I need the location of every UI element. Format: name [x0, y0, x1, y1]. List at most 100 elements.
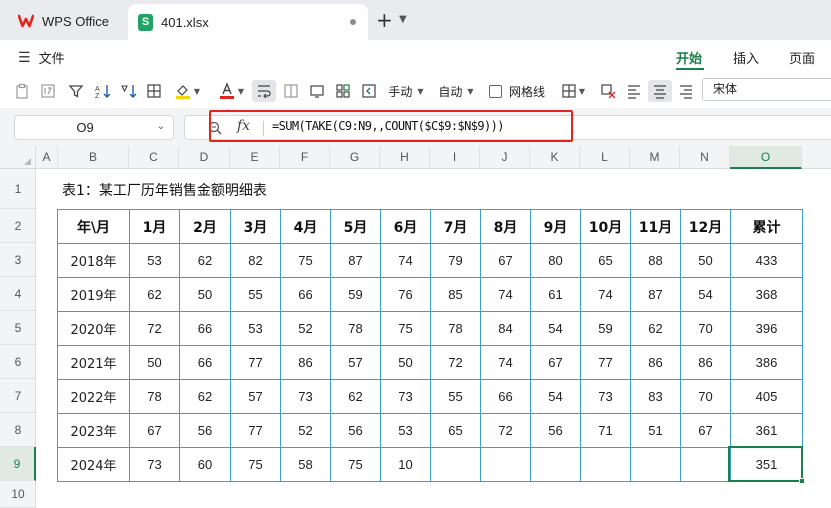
row-header-4[interactable]: 4	[0, 277, 36, 311]
row-header-9[interactable]: 9	[0, 447, 36, 481]
data-cell[interactable]: 56	[179, 413, 231, 448]
header-cell[interactable]: 9月	[530, 209, 581, 244]
tab-insert[interactable]: 插入	[733, 48, 759, 67]
align-center-icon[interactable]	[648, 80, 672, 102]
data-cell[interactable]: 62	[330, 379, 381, 414]
data-cell[interactable]	[480, 447, 531, 482]
data-cell[interactable]	[530, 447, 581, 482]
number-format-icon[interactable]	[38, 80, 58, 102]
data-cell[interactable]: 66	[179, 345, 231, 380]
data-cell[interactable]: 80	[530, 243, 581, 278]
data-cell[interactable]: 55	[430, 379, 481, 414]
data-cell[interactable]: 57	[330, 345, 381, 380]
data-cell[interactable]: 78	[129, 379, 180, 414]
chevron-down-icon[interactable]: ▼	[399, 14, 407, 25]
data-cell[interactable]: 85	[430, 277, 481, 312]
header-cell[interactable]: 3月	[230, 209, 281, 244]
data-cell[interactable]: 73	[280, 379, 331, 414]
data-cell[interactable]: 75	[380, 311, 431, 346]
merge-cells-icon[interactable]	[280, 80, 302, 102]
manual-calc-dropdown[interactable]: 手动 ▼	[384, 80, 428, 102]
row-header-8[interactable]: 8	[0, 413, 36, 447]
data-cell[interactable]: 75	[230, 447, 281, 482]
row-header-1[interactable]: 1	[0, 169, 36, 209]
data-cell[interactable]: 70	[680, 379, 731, 414]
header-cell[interactable]: 4月	[280, 209, 331, 244]
header-cell[interactable]: 8月	[480, 209, 531, 244]
data-cell[interactable]: 74	[380, 243, 431, 278]
data-cell[interactable]: 58	[280, 447, 331, 482]
font-color-button[interactable]: ▼	[214, 80, 248, 102]
header-cell[interactable]: 7月	[430, 209, 481, 244]
data-cell[interactable]: 62	[179, 243, 231, 278]
data-cell[interactable]	[580, 447, 631, 482]
data-cell[interactable]: 396	[730, 311, 803, 346]
format-cells-icon[interactable]	[332, 80, 354, 102]
data-cell[interactable]: 67	[480, 243, 531, 278]
data-cell[interactable]: 52	[280, 413, 331, 448]
column-header-j[interactable]: J	[480, 146, 530, 169]
unsaved-dot-icon[interactable]	[350, 19, 356, 25]
column-header-n[interactable]: N	[680, 146, 730, 169]
data-cell[interactable]: 77	[230, 345, 281, 380]
year-cell[interactable]: 2020年	[57, 311, 130, 346]
column-header-h[interactable]: H	[380, 146, 430, 169]
data-cell[interactable]: 10	[380, 447, 431, 482]
year-cell[interactable]: 2023年	[57, 413, 130, 448]
chevron-down-icon[interactable]: ⌄	[157, 121, 165, 132]
wrap-text-icon[interactable]	[252, 80, 276, 102]
data-cell[interactable]: 62	[179, 379, 231, 414]
data-cell[interactable]: 50	[380, 345, 431, 380]
data-cell[interactable]: 83	[630, 379, 681, 414]
data-cell[interactable]: 79	[430, 243, 481, 278]
data-cell[interactable]: 75	[280, 243, 331, 278]
data-cell[interactable]: 50	[129, 345, 180, 380]
data-cell[interactable]: 368	[730, 277, 803, 312]
data-cell[interactable]: 361	[730, 413, 803, 448]
data-cell[interactable]: 73	[580, 379, 631, 414]
data-cell[interactable]	[680, 447, 731, 482]
header-cell[interactable]: 累计	[730, 209, 803, 244]
data-cell[interactable]: 72	[430, 345, 481, 380]
data-cell[interactable]: 74	[480, 345, 531, 380]
data-cell[interactable]: 78	[430, 311, 481, 346]
data-cell[interactable]: 50	[680, 243, 731, 278]
column-header-m[interactable]: M	[630, 146, 680, 169]
column-header-f[interactable]: F	[280, 146, 330, 169]
header-cell[interactable]: 10月	[580, 209, 631, 244]
header-cell[interactable]: 6月	[380, 209, 431, 244]
gridlines-checkbox[interactable]: 网格线	[487, 80, 547, 102]
fill-color-button[interactable]: ▼	[170, 80, 204, 102]
data-cell[interactable]: 86	[630, 345, 681, 380]
row-header-10[interactable]: 10	[0, 481, 36, 508]
data-cell[interactable]: 65	[430, 413, 481, 448]
data-cell[interactable]: 54	[530, 379, 581, 414]
data-cell[interactable]: 52	[280, 311, 331, 346]
name-box[interactable]: O9 ⌄	[14, 115, 174, 140]
data-cell[interactable]: 71	[580, 413, 631, 448]
header-cell[interactable]: 5月	[330, 209, 381, 244]
sort-ascending-icon[interactable]: AZ	[92, 80, 114, 102]
column-header-o[interactable]: O	[730, 146, 802, 169]
data-cell[interactable]: 59	[330, 277, 381, 312]
auto-calc-dropdown[interactable]: 自动 ▼	[434, 80, 478, 102]
data-cell[interactable]: 386	[730, 345, 803, 380]
data-cell[interactable]: 53	[380, 413, 431, 448]
data-cell[interactable]	[630, 447, 681, 482]
row-header-5[interactable]: 5	[0, 311, 36, 345]
column-header-b[interactable]: B	[58, 146, 129, 169]
header-cell[interactable]: 年\月	[57, 209, 130, 244]
data-cell[interactable]: 61	[530, 277, 581, 312]
column-header-d[interactable]: D	[179, 146, 230, 169]
header-cell[interactable]: 2月	[179, 209, 231, 244]
data-cell[interactable]: 62	[129, 277, 180, 312]
clear-format-icon[interactable]	[597, 80, 619, 102]
data-cell[interactable]	[430, 447, 481, 482]
font-family-select[interactable]: 宋体	[702, 78, 831, 101]
data-cell[interactable]: 87	[330, 243, 381, 278]
data-cell[interactable]: 65	[580, 243, 631, 278]
cell-style-button[interactable]: ▼	[557, 80, 589, 102]
tab-page[interactable]: 页面	[789, 48, 815, 67]
data-cell[interactable]: 72	[129, 311, 180, 346]
align-right-icon[interactable]	[675, 80, 697, 102]
